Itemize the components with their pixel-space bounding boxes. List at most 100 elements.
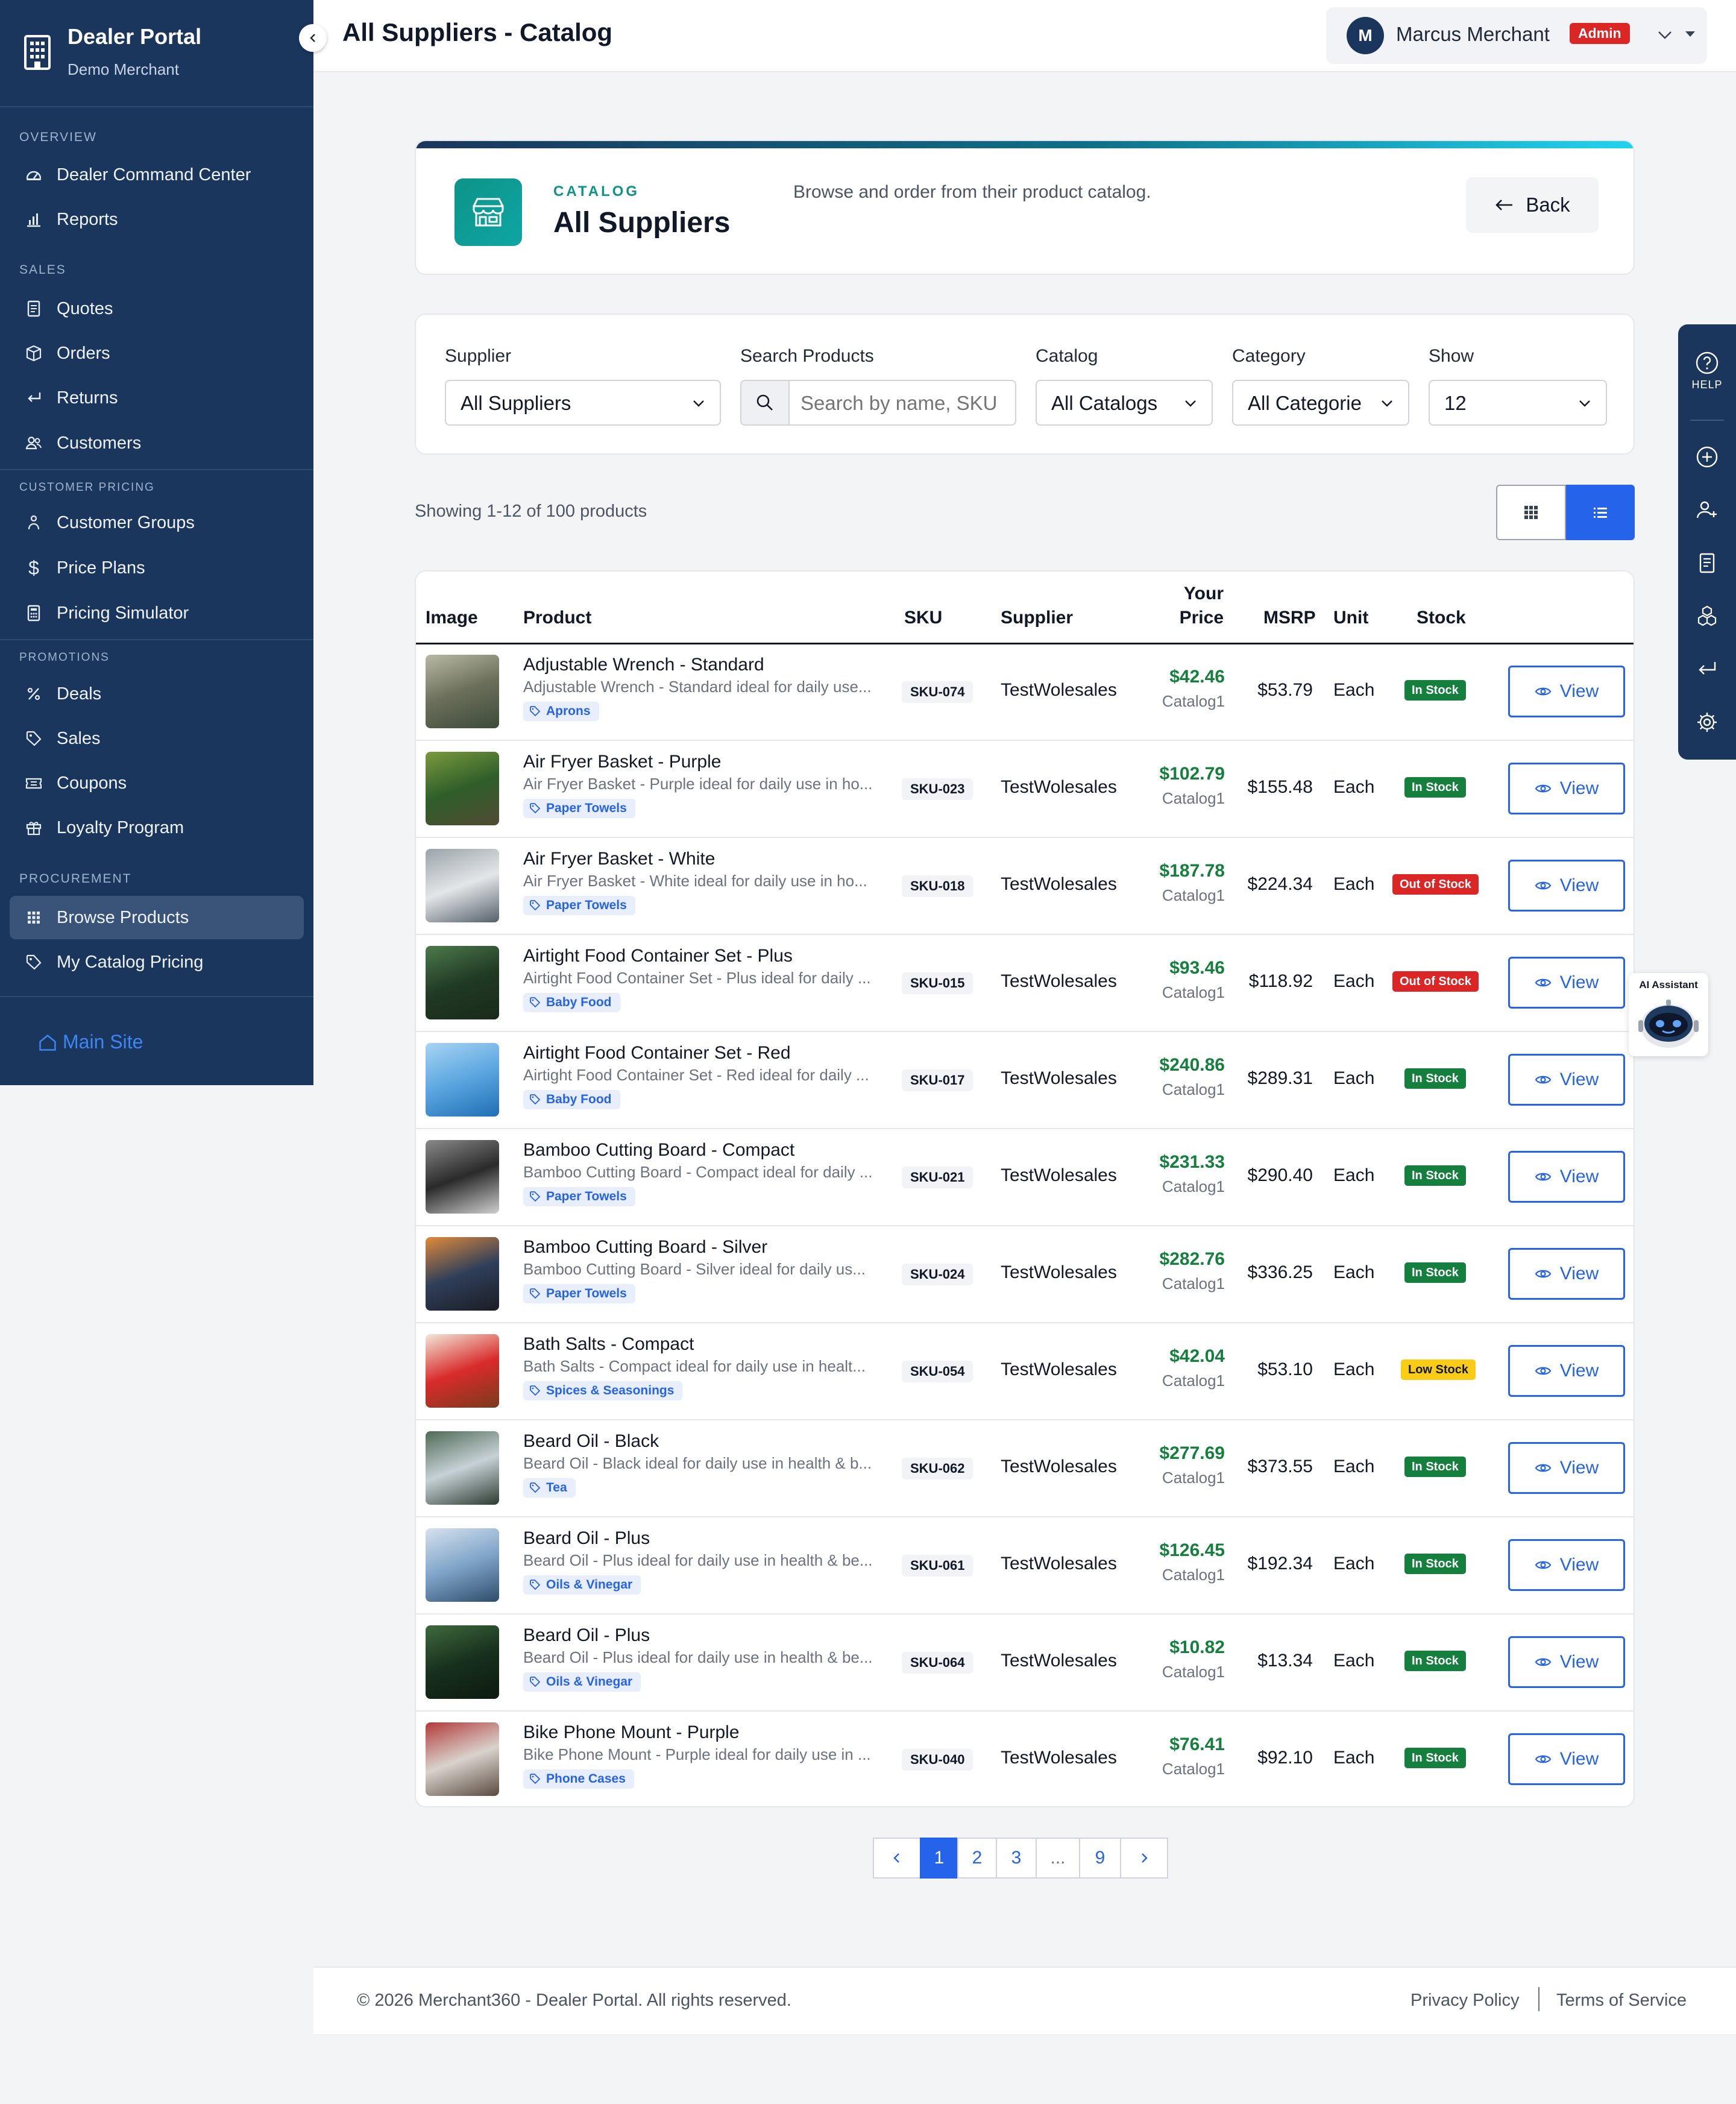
view-button[interactable]: View xyxy=(1508,1733,1625,1785)
product-name[interactable]: Airtight Food Container Set - Red xyxy=(523,1043,791,1063)
product-name[interactable]: Air Fryer Basket - Purple xyxy=(523,752,721,772)
product-thumbnail[interactable] xyxy=(426,752,499,825)
category-select[interactable]: All Categorie xyxy=(1232,380,1409,426)
sidebar-item-browse-products[interactable]: Browse Products xyxy=(10,896,304,939)
sidebar-item-customers[interactable]: Customers xyxy=(10,421,304,465)
sidebar-item-orders[interactable]: Orders xyxy=(10,332,304,375)
sidebar-item-price-plans[interactable]: $ Price Plans xyxy=(10,546,304,590)
catalog-value: All Catalogs xyxy=(1051,392,1158,414)
main-site-link[interactable]: Main Site xyxy=(37,1031,143,1053)
view-button[interactable]: View xyxy=(1508,1636,1625,1688)
building-icon xyxy=(24,35,51,70)
product-name[interactable]: Bath Salts - Compact xyxy=(523,1334,694,1355)
section-procurement: PROCUREMENT xyxy=(19,872,132,886)
view-button[interactable]: View xyxy=(1508,957,1625,1009)
view-button[interactable]: View xyxy=(1508,1248,1625,1300)
catalog-select[interactable]: All Catalogs xyxy=(1036,380,1213,426)
product-thumbnail[interactable] xyxy=(426,1528,499,1602)
view-button[interactable]: View xyxy=(1508,1345,1625,1397)
product-thumbnail[interactable] xyxy=(426,1431,499,1505)
show-select[interactable]: 12 xyxy=(1429,380,1607,426)
view-button[interactable]: View xyxy=(1508,1151,1625,1203)
view-button[interactable]: View xyxy=(1508,860,1625,912)
table-row: Beard Oil - Black Beard Oil - Black ideal… xyxy=(416,1419,1634,1517)
product-name[interactable]: Adjustable Wrench - Standard xyxy=(523,655,764,675)
product-thumbnail[interactable] xyxy=(426,655,499,728)
msrp-value: $192.34 xyxy=(1247,1554,1313,1573)
sidebar-item-deals[interactable]: Deals xyxy=(10,672,304,716)
product-name[interactable]: Airtight Food Container Set - Plus xyxy=(523,946,793,966)
rail-document-button[interactable] xyxy=(1678,551,1736,575)
product-thumbnail[interactable] xyxy=(426,1334,499,1408)
rail-boxes-button[interactable] xyxy=(1678,604,1736,628)
product-name[interactable]: Air Fryer Basket - White xyxy=(523,849,715,869)
view-button[interactable]: View xyxy=(1508,1539,1625,1591)
rail-add-button[interactable] xyxy=(1678,445,1736,469)
grid-view-toggle[interactable] xyxy=(1496,485,1566,540)
page-button[interactable]: 9 xyxy=(1079,1838,1121,1879)
help-button[interactable]: HELP xyxy=(1678,351,1736,391)
sidebar-item-customer-groups[interactable]: Customer Groups xyxy=(10,501,304,544)
eye-icon xyxy=(1535,687,1552,696)
product-thumbnail[interactable] xyxy=(426,946,499,1019)
table-row: Beard Oil - Plus Beard Oil - Plus ideal f… xyxy=(416,1613,1634,1712)
sidebar-item-reports[interactable]: Reports xyxy=(10,198,304,241)
sidebar-item-dealer-command-center[interactable]: Dealer Command Center xyxy=(10,153,304,197)
catalog-label: Catalog xyxy=(1036,346,1098,366)
product-description: Bike Phone Mount - Purple ideal for dail… xyxy=(523,1745,871,1763)
view-button[interactable]: View xyxy=(1508,1442,1625,1494)
sidebar: Dealer Portal Demo Merchant OVERVIEW Dea… xyxy=(0,0,313,1085)
product-name[interactable]: Beard Oil - Plus xyxy=(523,1625,650,1646)
view-button[interactable]: View xyxy=(1508,763,1625,814)
user-menu[interactable]: M Marcus Merchant Admin xyxy=(1326,7,1707,64)
view-button[interactable]: View xyxy=(1508,1054,1625,1106)
sidebar-item-my-catalog-pricing[interactable]: My Catalog Pricing xyxy=(10,940,304,984)
col-sku: SKU xyxy=(904,608,943,628)
product-name[interactable]: Beard Oil - Black xyxy=(523,1431,659,1452)
tag-icon xyxy=(530,1482,541,1493)
privacy-policy-link[interactable]: Privacy Policy xyxy=(1410,1991,1520,2011)
sidebar-collapse-button[interactable] xyxy=(299,24,327,52)
avatar: M xyxy=(1347,17,1384,54)
product-name[interactable]: Beard Oil - Plus xyxy=(523,1528,650,1549)
msrp-value: $53.79 xyxy=(1257,680,1313,700)
search-input[interactable] xyxy=(799,388,1007,418)
page-button[interactable]: 3 xyxy=(996,1838,1037,1879)
sidebar-item-returns[interactable]: Returns xyxy=(10,376,304,420)
back-button[interactable]: Back xyxy=(1466,177,1599,233)
sidebar-item-pricing-simulator[interactable]: Pricing Simulator xyxy=(10,591,304,635)
role-badge: Admin xyxy=(1570,23,1630,44)
category-value: All Categorie xyxy=(1248,392,1362,414)
page-button[interactable]: 1 xyxy=(920,1838,958,1879)
sidebar-item-loyalty-program[interactable]: Loyalty Program xyxy=(10,806,304,849)
product-thumbnail[interactable] xyxy=(426,1237,499,1311)
page-button[interactable]: 2 xyxy=(957,1838,997,1879)
product-thumbnail[interactable] xyxy=(426,1043,499,1117)
sidebar-item-quotes[interactable]: Quotes xyxy=(10,287,304,330)
product-thumbnail[interactable] xyxy=(426,1722,499,1796)
rail-settings-button[interactable] xyxy=(1678,710,1736,734)
product-name[interactable]: Bamboo Cutting Board - Silver xyxy=(523,1237,767,1258)
eye-icon xyxy=(1535,1173,1552,1181)
sidebar-item-coupons[interactable]: Coupons xyxy=(10,761,304,805)
product-thumbnail[interactable] xyxy=(426,1625,499,1699)
eye-icon xyxy=(1535,1464,1552,1472)
section-overview: OVERVIEW xyxy=(19,130,97,144)
terms-link[interactable]: Terms of Service xyxy=(1556,1991,1687,2011)
product-thumbnail[interactable] xyxy=(426,849,499,922)
price-catalog: Catalog1 xyxy=(1162,1566,1225,1584)
product-name[interactable]: Bike Phone Mount - Purple xyxy=(523,1722,740,1743)
view-button[interactable]: View xyxy=(1508,666,1625,717)
rail-return-button[interactable] xyxy=(1678,657,1736,681)
list-view-toggle[interactable] xyxy=(1566,485,1635,540)
prev-page-button[interactable] xyxy=(873,1838,921,1879)
product-thumbnail[interactable] xyxy=(426,1140,499,1214)
price-catalog: Catalog1 xyxy=(1162,983,1225,1001)
next-page-button[interactable] xyxy=(1120,1838,1168,1879)
sidebar-item-sales[interactable]: Sales xyxy=(10,717,304,760)
category-tag: Oils & Vinegar xyxy=(523,1575,641,1595)
ai-assistant-button[interactable]: AI Assistant xyxy=(1629,973,1708,1056)
supplier-select[interactable]: All Suppliers xyxy=(445,380,721,426)
rail-add-user-button[interactable] xyxy=(1678,498,1736,522)
product-name[interactable]: Bamboo Cutting Board - Compact xyxy=(523,1140,794,1161)
